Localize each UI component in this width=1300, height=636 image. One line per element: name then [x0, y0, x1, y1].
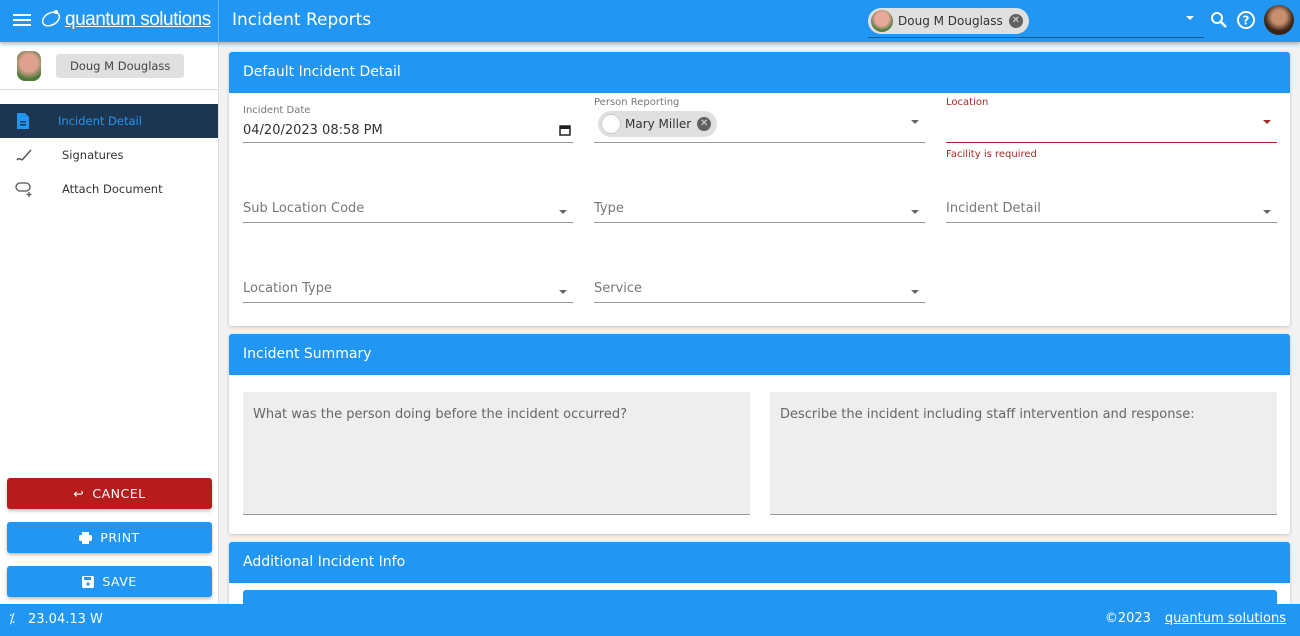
logo-swirl-icon [41, 10, 61, 27]
signature-icon [16, 149, 32, 161]
print-button[interactable]: PRINT [7, 522, 212, 553]
client-chip: Doug M Douglass ✕ [868, 8, 1029, 34]
attach-icon [15, 182, 32, 197]
document-icon [17, 113, 29, 129]
footer-logo: quantum solutions [1164, 611, 1286, 626]
sidebar-item-label: Signatures [62, 148, 124, 162]
person-chip: Mary Miller ✕ [598, 111, 718, 137]
describe-incident-textarea[interactable]: Describe the incident including staff in… [770, 392, 1277, 515]
chevron-down-icon [559, 289, 567, 294]
avatar [871, 10, 893, 32]
incident-detail-select[interactable]: Incident Detail [946, 197, 1277, 223]
chevron-down-icon [559, 209, 567, 214]
person-reporting-select[interactable]: Mary Miller ✕ [594, 110, 925, 143]
sidebar-item-incident-detail[interactable]: Incident Detail [0, 104, 218, 138]
default-incident-detail-panel: Default Incident Detail Incident Date 04… [229, 52, 1290, 326]
cancel-button[interactable]: ↩ CANCEL [7, 478, 212, 509]
version-text: 23.04.13 W [28, 612, 103, 627]
version-icon: ⁒ [9, 612, 15, 627]
copyright: ©2023 [1104, 611, 1151, 626]
undo-icon: ↩ [73, 486, 85, 501]
location-select[interactable] [946, 110, 1277, 143]
svg-text:?: ? [1243, 14, 1250, 28]
location-label: Location [946, 97, 989, 108]
save-button[interactable]: SAVE [7, 566, 212, 597]
avatar [17, 50, 41, 81]
sidebar-item-label: Incident Detail [58, 114, 142, 128]
incident-date-label: Incident Date [243, 105, 311, 116]
type-select[interactable]: Type [594, 197, 925, 223]
logo: quantum solutions [40, 8, 211, 31]
incident-date-value: 04/20/2023 08:58 PM [243, 123, 383, 138]
client-select[interactable]: Doug M Douglass ✕ [868, 6, 1204, 38]
sidebar-item-attach-document[interactable]: Attach Document [0, 172, 218, 206]
additional-incident-info-panel: Additional Incident Info [229, 542, 1290, 612]
help-icon[interactable]: ? [1236, 10, 1256, 30]
sidebar-item-signatures[interactable]: Signatures [0, 138, 218, 172]
placeholder: Location Type [243, 281, 332, 296]
section-title: Incident Summary [229, 334, 1290, 375]
chevron-down-icon [911, 209, 919, 214]
sidebar: Doug M Douglass Incident Detail Signatur… [0, 42, 219, 604]
section-title: Default Incident Detail [229, 52, 1290, 93]
section-title: Additional Incident Info [229, 542, 1290, 583]
cancel-label: CANCEL [92, 486, 146, 501]
chevron-down-icon [1263, 120, 1271, 124]
placeholder: Type [594, 201, 624, 216]
close-icon[interactable]: ✕ [697, 117, 712, 131]
save-label: SAVE [102, 574, 137, 589]
person-reporting-label: Person Reporting [594, 97, 680, 108]
divider [218, 0, 219, 42]
person-icon [601, 114, 621, 134]
save-icon [82, 575, 95, 588]
print-label: PRINT [100, 530, 140, 545]
user-avatar[interactable] [1264, 5, 1294, 35]
client-name: Doug M Douglass [898, 14, 1003, 28]
placeholder: Sub Location Code [243, 201, 365, 216]
before-incident-textarea[interactable]: What was the person doing before the inc… [243, 392, 750, 515]
user-name-badge[interactable]: Doug M Douglass [56, 53, 185, 78]
search-icon[interactable] [1210, 11, 1228, 29]
chevron-down-icon [911, 120, 919, 124]
sub-location-code-select[interactable]: Sub Location Code [243, 197, 573, 223]
main-content: Default Incident Detail Incident Date 04… [229, 52, 1290, 620]
print-icon [79, 531, 93, 544]
menu-icon[interactable] [13, 12, 31, 28]
incident-date-input[interactable]: 04/20/2023 08:58 PM [243, 120, 573, 143]
footer: ⁒ 23.04.13 W ©2023 quantum solutions [0, 604, 1300, 636]
placeholder: Incident Detail [946, 201, 1041, 216]
close-icon[interactable]: ✕ [1008, 14, 1023, 28]
service-select[interactable]: Service [594, 277, 925, 303]
placeholder: Service [594, 281, 643, 296]
sidebar-item-label: Attach Document [62, 182, 163, 196]
top-app-bar: quantum solutions Incident Reports Doug … [0, 0, 1300, 42]
chevron-down-icon [911, 289, 919, 294]
logo-text: quantum solutions [65, 9, 211, 30]
calendar-icon[interactable] [559, 124, 571, 136]
chevron-down-icon[interactable] [1186, 16, 1194, 20]
page-title: Incident Reports [232, 10, 372, 30]
location-error: Facility is required [946, 149, 1037, 160]
location-type-select[interactable]: Location Type [243, 277, 573, 303]
chevron-down-icon [1263, 209, 1271, 214]
person-name: Mary Miller [625, 117, 692, 131]
incident-summary-panel: Incident Summary What was the person doi… [229, 334, 1290, 534]
